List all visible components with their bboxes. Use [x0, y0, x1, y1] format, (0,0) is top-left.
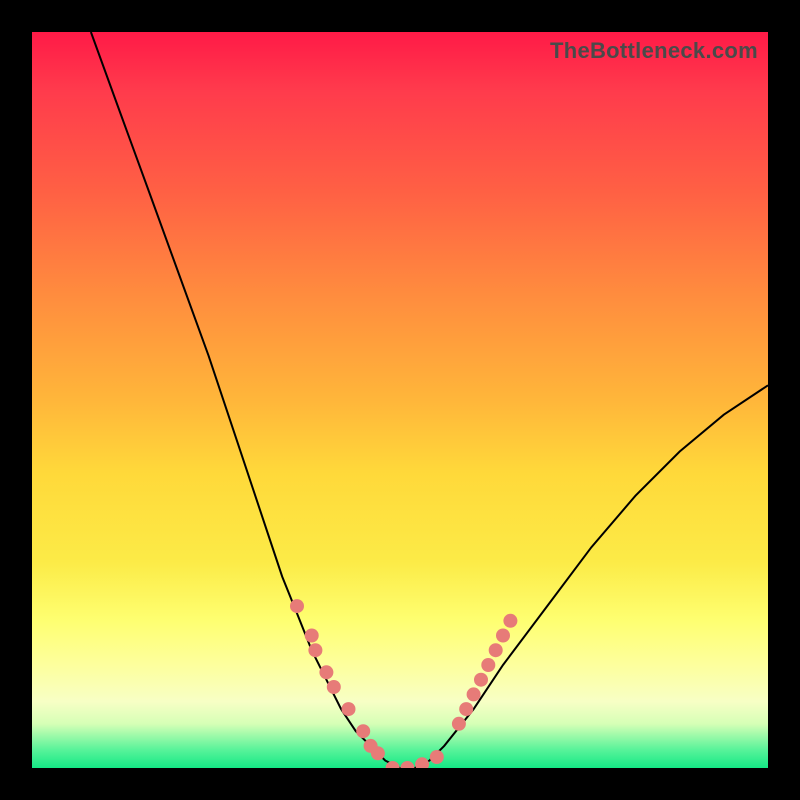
marker-dot: [503, 614, 517, 628]
marker-dot: [452, 717, 466, 731]
marker-dot: [327, 680, 341, 694]
marker-dot: [415, 757, 429, 768]
marker-dot: [342, 702, 356, 716]
chart-frame: TheBottleneck.com: [0, 0, 800, 800]
marker-dot: [400, 761, 414, 768]
marker-dot: [459, 702, 473, 716]
marker-dot: [371, 746, 385, 760]
marker-dot: [474, 673, 488, 687]
marker-dot: [305, 629, 319, 643]
marker-dot: [319, 665, 333, 679]
marker-dot: [481, 658, 495, 672]
marker-dot: [308, 643, 322, 657]
bottleneck-curve: [32, 32, 768, 768]
marker-dot: [489, 643, 503, 657]
marker-dot: [467, 687, 481, 701]
marker-dot: [356, 724, 370, 738]
plot-area: TheBottleneck.com: [32, 32, 768, 768]
marker-dot: [430, 750, 444, 764]
marker-dot: [290, 599, 304, 613]
marker-dot: [496, 629, 510, 643]
